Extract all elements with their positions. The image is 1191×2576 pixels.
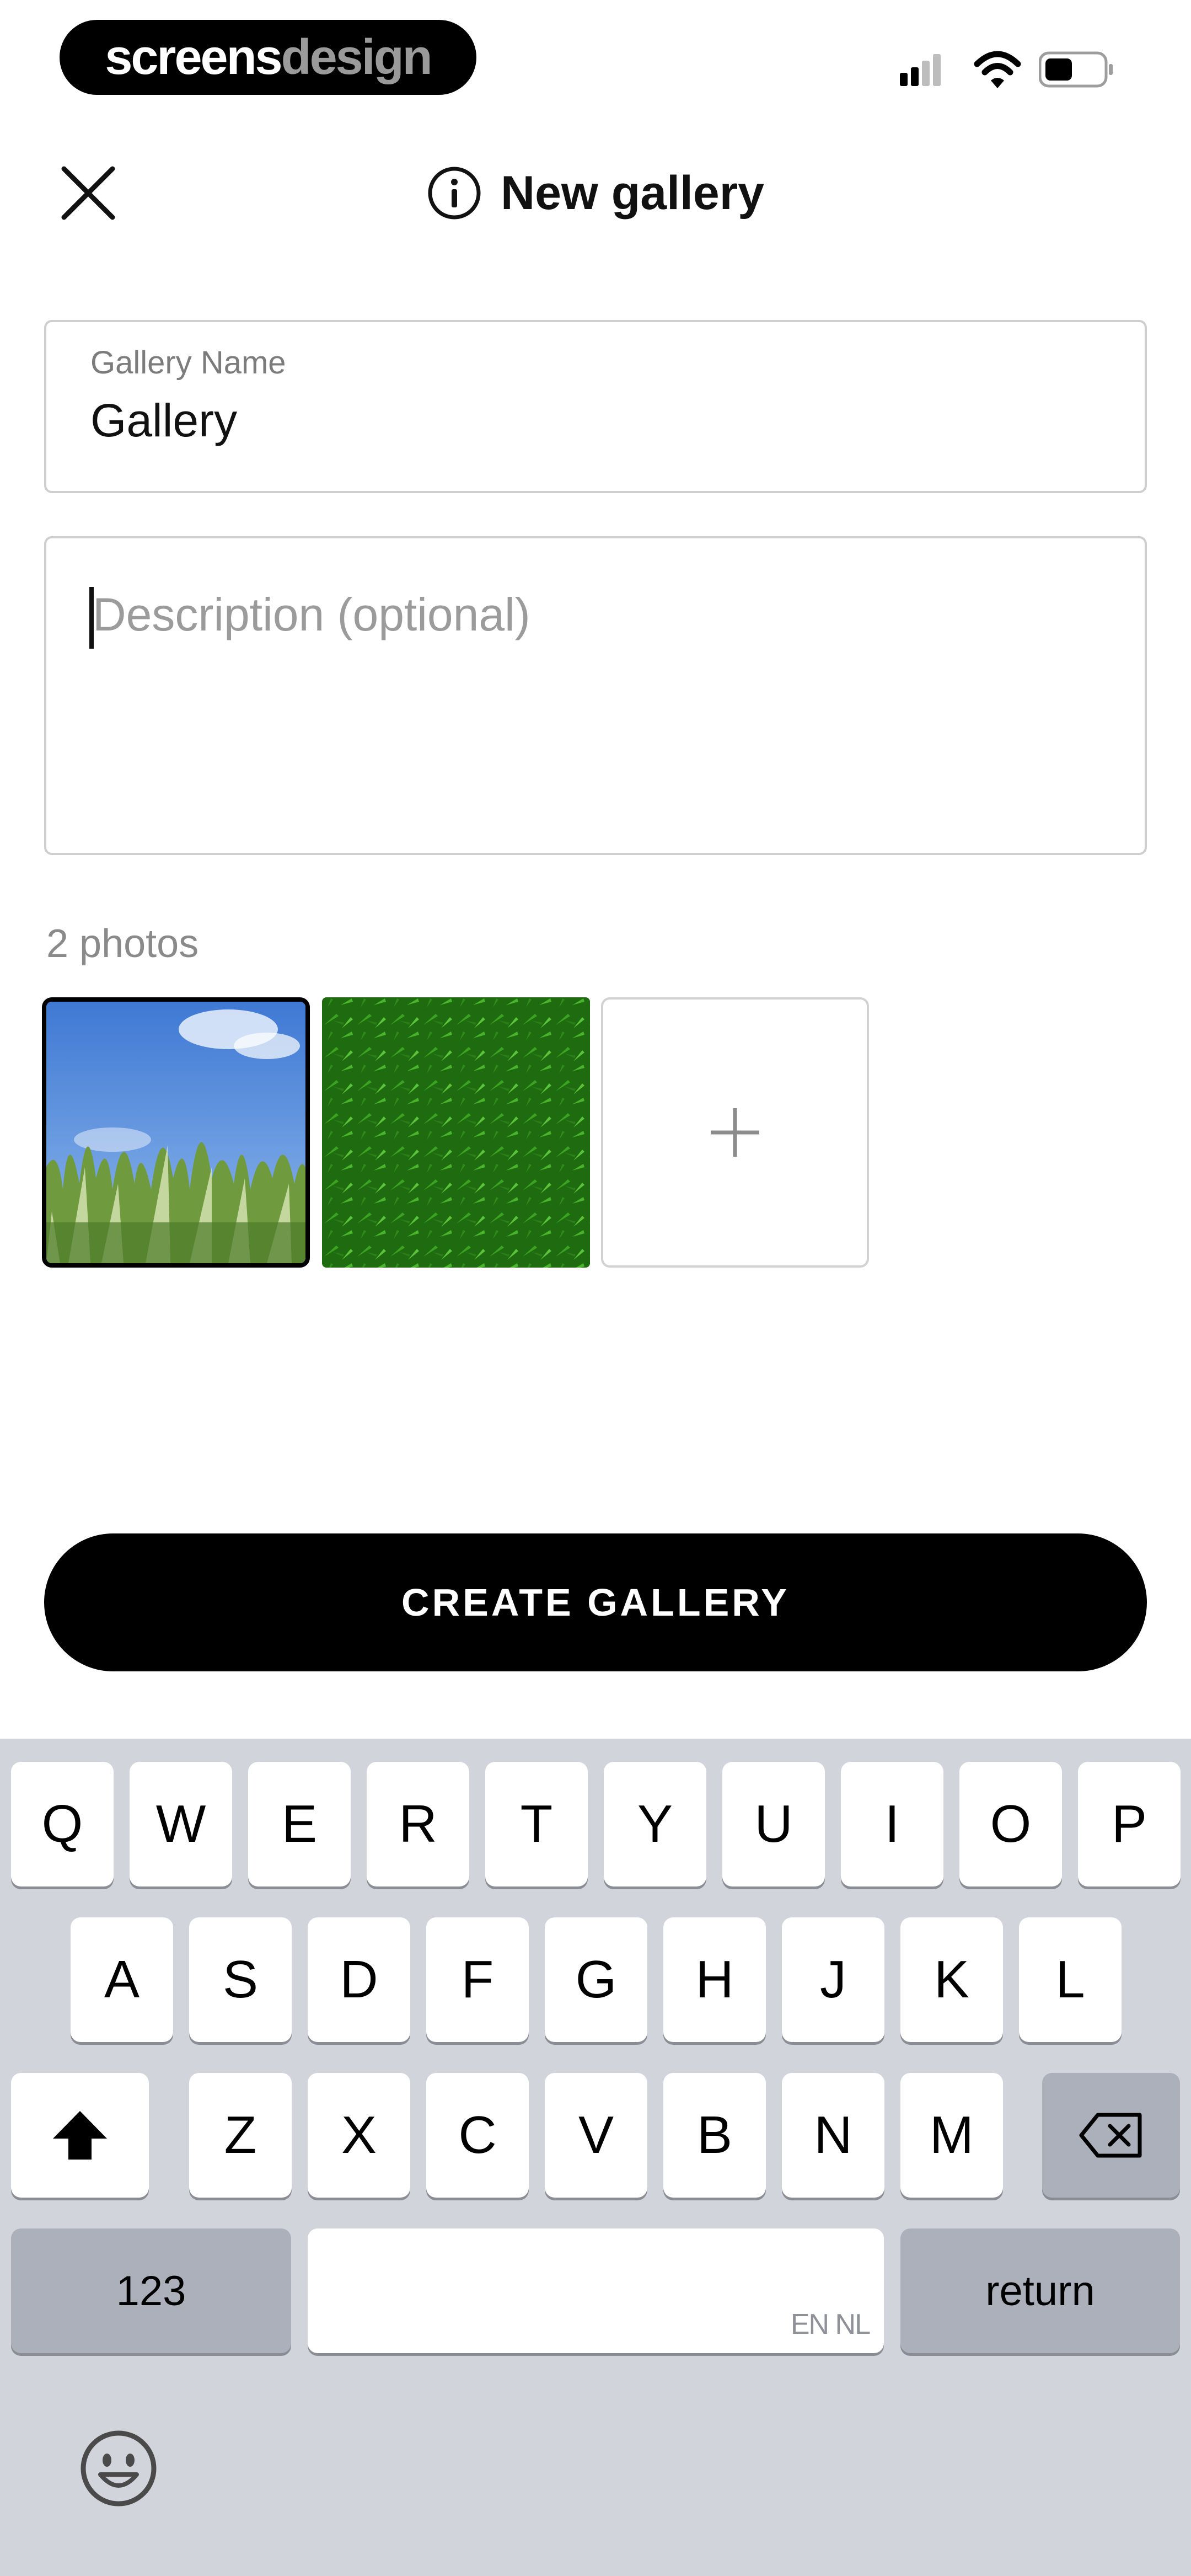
key-b[interactable]: B (663, 2073, 766, 2198)
photo-thumbnail[interactable] (42, 997, 310, 1268)
space-bar[interactable]: EN NL (308, 2228, 884, 2353)
space-language-label: EN NL (790, 2308, 871, 2340)
key-h[interactable]: H (663, 1917, 766, 2042)
key-g[interactable]: G (545, 1917, 647, 2042)
key-w[interactable]: W (130, 1762, 232, 1886)
key-r[interactable]: R (367, 1762, 469, 1886)
logo-part-1: screens (105, 29, 282, 85)
screensdesign-logo: screens design (60, 20, 476, 95)
key-p[interactable]: P (1078, 1762, 1181, 1886)
key-n[interactable]: N (782, 2073, 884, 2198)
info-icon[interactable] (427, 165, 482, 221)
page-header: New gallery (0, 160, 1191, 226)
plus-icon (711, 1108, 759, 1157)
add-photo-button[interactable] (601, 997, 869, 1268)
emoji-icon (81, 2430, 157, 2506)
key-z[interactable]: Z (189, 2073, 292, 2198)
grass-texture-photo (322, 997, 590, 1268)
key-j[interactable]: J (782, 1917, 884, 2042)
page-title: New gallery (501, 166, 764, 220)
grass-sky-photo (46, 1002, 305, 1263)
cellular-signal-icon (900, 39, 944, 99)
photo-thumbnail[interactable] (322, 997, 590, 1268)
backspace-key[interactable] (1042, 2073, 1180, 2198)
gallery-name-field[interactable]: Gallery Name Gallery (44, 320, 1147, 493)
create-gallery-button[interactable]: CREATE GALLERY (44, 1533, 1147, 1671)
key-e[interactable]: E (248, 1762, 351, 1886)
key-u[interactable]: U (722, 1762, 825, 1886)
shift-icon (53, 2111, 107, 2160)
key-d[interactable]: D (308, 1917, 410, 2042)
backspace-icon (1079, 2113, 1142, 2158)
shift-key[interactable] (11, 2073, 149, 2198)
wifi-icon (974, 39, 1021, 99)
key-i[interactable]: I (841, 1762, 943, 1886)
key-a[interactable]: A (71, 1917, 173, 2042)
gallery-name-label: Gallery Name (90, 345, 286, 381)
key-s[interactable]: S (189, 1917, 292, 2042)
battery-icon (1038, 39, 1116, 99)
photos-count: 2 photos (46, 922, 199, 966)
emoji-button[interactable] (77, 2427, 160, 2510)
key-v[interactable]: V (545, 2073, 647, 2198)
description-placeholder: Description (optional) (93, 589, 530, 640)
key-t[interactable]: T (485, 1762, 588, 1886)
description-field[interactable]: Description (optional) (44, 536, 1147, 855)
return-key[interactable]: return (900, 2228, 1180, 2353)
key-x[interactable]: X (308, 2073, 410, 2198)
key-m[interactable]: M (900, 2073, 1003, 2198)
numbers-key[interactable]: 123 (11, 2228, 291, 2353)
key-f[interactable]: F (426, 1917, 529, 2042)
create-gallery-label: CREATE GALLERY (401, 1581, 790, 1624)
key-l[interactable]: L (1019, 1917, 1122, 2042)
gallery-name-value[interactable]: Gallery (90, 394, 237, 447)
logo-part-2: design (281, 29, 433, 85)
key-q[interactable]: Q (11, 1762, 114, 1886)
key-c[interactable]: C (426, 2073, 529, 2198)
key-k[interactable]: K (900, 1917, 1003, 2042)
key-o[interactable]: O (959, 1762, 1062, 1886)
key-y[interactable]: Y (604, 1762, 706, 1886)
